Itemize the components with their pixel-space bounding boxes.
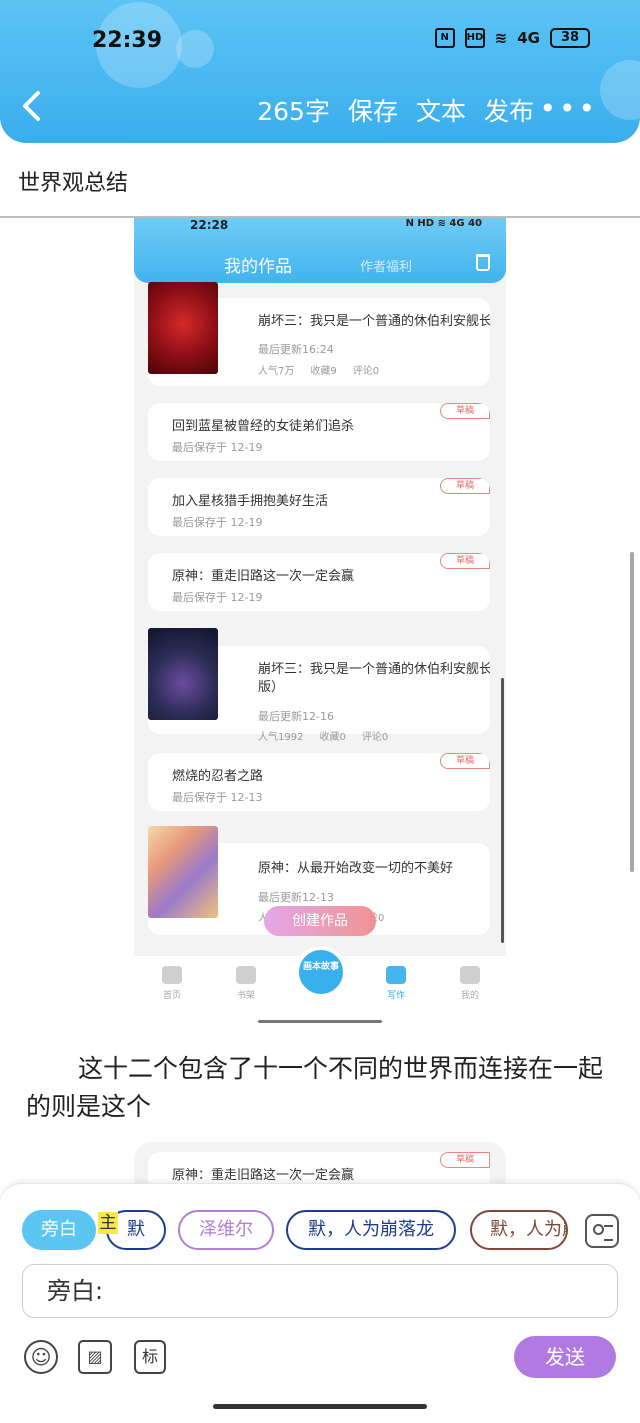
nav-shelf: 书架 xyxy=(226,966,266,1001)
publish-button[interactable]: 发布 xyxy=(484,92,534,128)
work-updated: 最后更新12-13 xyxy=(258,891,334,904)
role-chip-narrator[interactable]: 旁白 xyxy=(22,1210,96,1250)
work-title-line2: 版） xyxy=(258,680,285,695)
top-bar: 22:39 N HD ≋ 4G 38 265字 保存 文本 发布 ••• xyxy=(0,0,640,143)
chevron-left-icon xyxy=(23,91,40,121)
status-icons: N HD ≋ 4G 38 xyxy=(434,28,590,48)
work-updated: 最后更新12-16 xyxy=(258,710,334,723)
home-indicator xyxy=(213,1404,427,1409)
work-comments: 评论0 xyxy=(361,732,389,743)
work-title: 加入星核猎手拥抱美好生活 xyxy=(172,494,329,509)
screenshot-title: 我的作品 xyxy=(224,257,292,277)
work-title: 回到蓝星被曾经的女徒弟们追杀 xyxy=(172,419,355,434)
work-stats: 人气1992 收藏0 评论0 xyxy=(258,728,404,743)
draft-tag: 草稿 xyxy=(440,403,490,419)
work-cover-image xyxy=(148,282,218,374)
work-saved: 最后保存于 12-19 xyxy=(172,441,263,454)
work-comments: 评论0 xyxy=(352,366,380,377)
decor-bubble xyxy=(176,30,214,68)
work-card: 燃烧的忍者之路 最后保存于 12-13 草稿 xyxy=(148,753,490,811)
back-button[interactable] xyxy=(20,90,50,126)
work-title: 崩坏三：我只是一个普通的休伯利安舰长 xyxy=(258,314,490,329)
hd-icon: HD xyxy=(464,28,485,48)
work-saved: 最后保存于 12-13 xyxy=(172,791,263,804)
nav-shelf-label: 书架 xyxy=(236,991,255,1001)
pen-icon xyxy=(386,966,406,984)
battery-icon: 38 xyxy=(550,28,590,48)
work-stats: 人气7万 收藏9 评论0 xyxy=(258,362,395,377)
send-button[interactable]: 发送 xyxy=(514,1336,616,1378)
home-icon xyxy=(162,966,182,984)
role-manager-icon[interactable] xyxy=(585,1214,619,1248)
page: 22:39 N HD ≋ 4G 38 265字 保存 文本 发布 ••• 世界观… xyxy=(0,0,640,1423)
screenshot-header: 22:28 N HD ≋ 4G 40 我的作品 作者福利 xyxy=(134,218,506,283)
mark-button[interactable]: 标 xyxy=(134,1340,166,1374)
screenshot-home-indicator xyxy=(258,1020,382,1023)
screenshot-tab-author-benefits: 作者福利 xyxy=(360,260,413,275)
work-card: 原神：重走旧路这一次一定会赢 最后保存于 12-19 草稿 xyxy=(148,553,490,611)
work-title: 燃烧的忍者之路 xyxy=(172,769,264,784)
work-saved: 最后保存于 12-19 xyxy=(172,591,263,604)
work-favorites: 收藏9 xyxy=(310,366,337,377)
wifi-icon: ≋ xyxy=(494,29,508,47)
draft-tag: 草稿 xyxy=(440,1152,490,1168)
nav-write: 写作 xyxy=(376,966,416,1001)
nfc-icon: N xyxy=(434,28,455,48)
top-actions: 265字 保存 文本 发布 xyxy=(257,92,534,128)
nav-write-label: 写作 xyxy=(386,991,405,1001)
work-title: 原神：重走旧路这一次一定会赢 xyxy=(172,1168,355,1183)
nav-story-button: 画本故事 xyxy=(295,946,347,998)
work-card: 加入星核猎手拥抱美好生活 最后保存于 12-19 草稿 xyxy=(148,478,490,536)
work-card: 回到蓝星被曾经的女徒弟们追杀 最后保存于 12-19 草稿 xyxy=(148,403,490,461)
work-cover-image xyxy=(148,628,218,720)
document-title[interactable]: 世界观总结 xyxy=(18,165,128,197)
emoji-icon[interactable]: ☺ xyxy=(24,1340,58,1374)
nav-home: 首页 xyxy=(152,966,192,1001)
save-button[interactable]: 保存 xyxy=(348,92,398,128)
draft-tag: 草稿 xyxy=(440,553,490,569)
body-paragraph[interactable]: 这十二个包含了十一个不同的世界而连接在一起的则是这个 xyxy=(26,1050,606,1126)
screenshot-scrollbar xyxy=(501,678,504,943)
message-input[interactable]: 旁白: xyxy=(22,1264,618,1318)
work-title: 原神：从最开始改变一切的不美好 xyxy=(258,861,454,876)
work-popularity: 人气7万 xyxy=(258,366,295,377)
role-chip-mo-dragon[interactable]: 默，人为崩落龙 xyxy=(286,1210,456,1250)
chat-icon xyxy=(460,966,480,984)
create-work-button: 创建作品 xyxy=(264,906,376,936)
work-popularity: 人气1992 xyxy=(258,732,304,743)
work-title: 原神：重走旧路这一次一定会赢 xyxy=(172,569,355,584)
decor-bubble xyxy=(600,60,640,120)
word-count: 265字 xyxy=(257,97,330,126)
work-title: 崩坏三：我只是一个普通的休伯利安舰长 xyxy=(258,662,490,677)
work-updated: 最后更新16:24 xyxy=(258,343,334,356)
screenshot-bottom-nav: 首页 书架 画本故事 写作 我的 xyxy=(134,946,506,1023)
image-icon[interactable]: ▨ xyxy=(78,1340,112,1374)
draft-tag: 草稿 xyxy=(440,478,490,494)
screenshot-status-time: 22:28 xyxy=(190,218,229,232)
trash-icon xyxy=(476,254,490,271)
text-button[interactable]: 文本 xyxy=(416,92,466,128)
role-chip-mo-partial[interactable]: 默，人为崩 xyxy=(470,1210,568,1250)
nav-home-label: 首页 xyxy=(162,991,181,1001)
screenshot-status-icons: N HD ≋ 4G 40 xyxy=(405,218,482,229)
work-favorites: 收藏0 xyxy=(319,732,346,743)
bookshelf-icon xyxy=(236,966,256,984)
more-button[interactable]: ••• xyxy=(539,92,598,125)
work-saved: 最后保存于 12-19 xyxy=(172,516,263,529)
page-scrollbar[interactable] xyxy=(630,552,634,872)
draft-tag: 草稿 xyxy=(440,753,490,769)
status-time: 22:39 xyxy=(92,28,163,53)
embedded-screenshot[interactable]: 22:28 N HD ≋ 4G 40 我的作品 作者福利 崩坏三：我只是一个普通… xyxy=(134,218,506,1023)
nav-me: 我的 xyxy=(450,966,490,1001)
signal-icon: 4G xyxy=(517,29,540,47)
composer-panel: 旁白 默 主 泽维尔 默，人为崩落龙 默，人为崩 旁白: ☺ ▨ 标 发送 xyxy=(0,1183,640,1423)
role-chip-zevier[interactable]: 泽维尔 xyxy=(178,1210,274,1250)
work-cover-image xyxy=(148,826,218,918)
highlight-label: 主 xyxy=(98,1212,118,1234)
nav-me-label: 我的 xyxy=(460,991,479,1001)
